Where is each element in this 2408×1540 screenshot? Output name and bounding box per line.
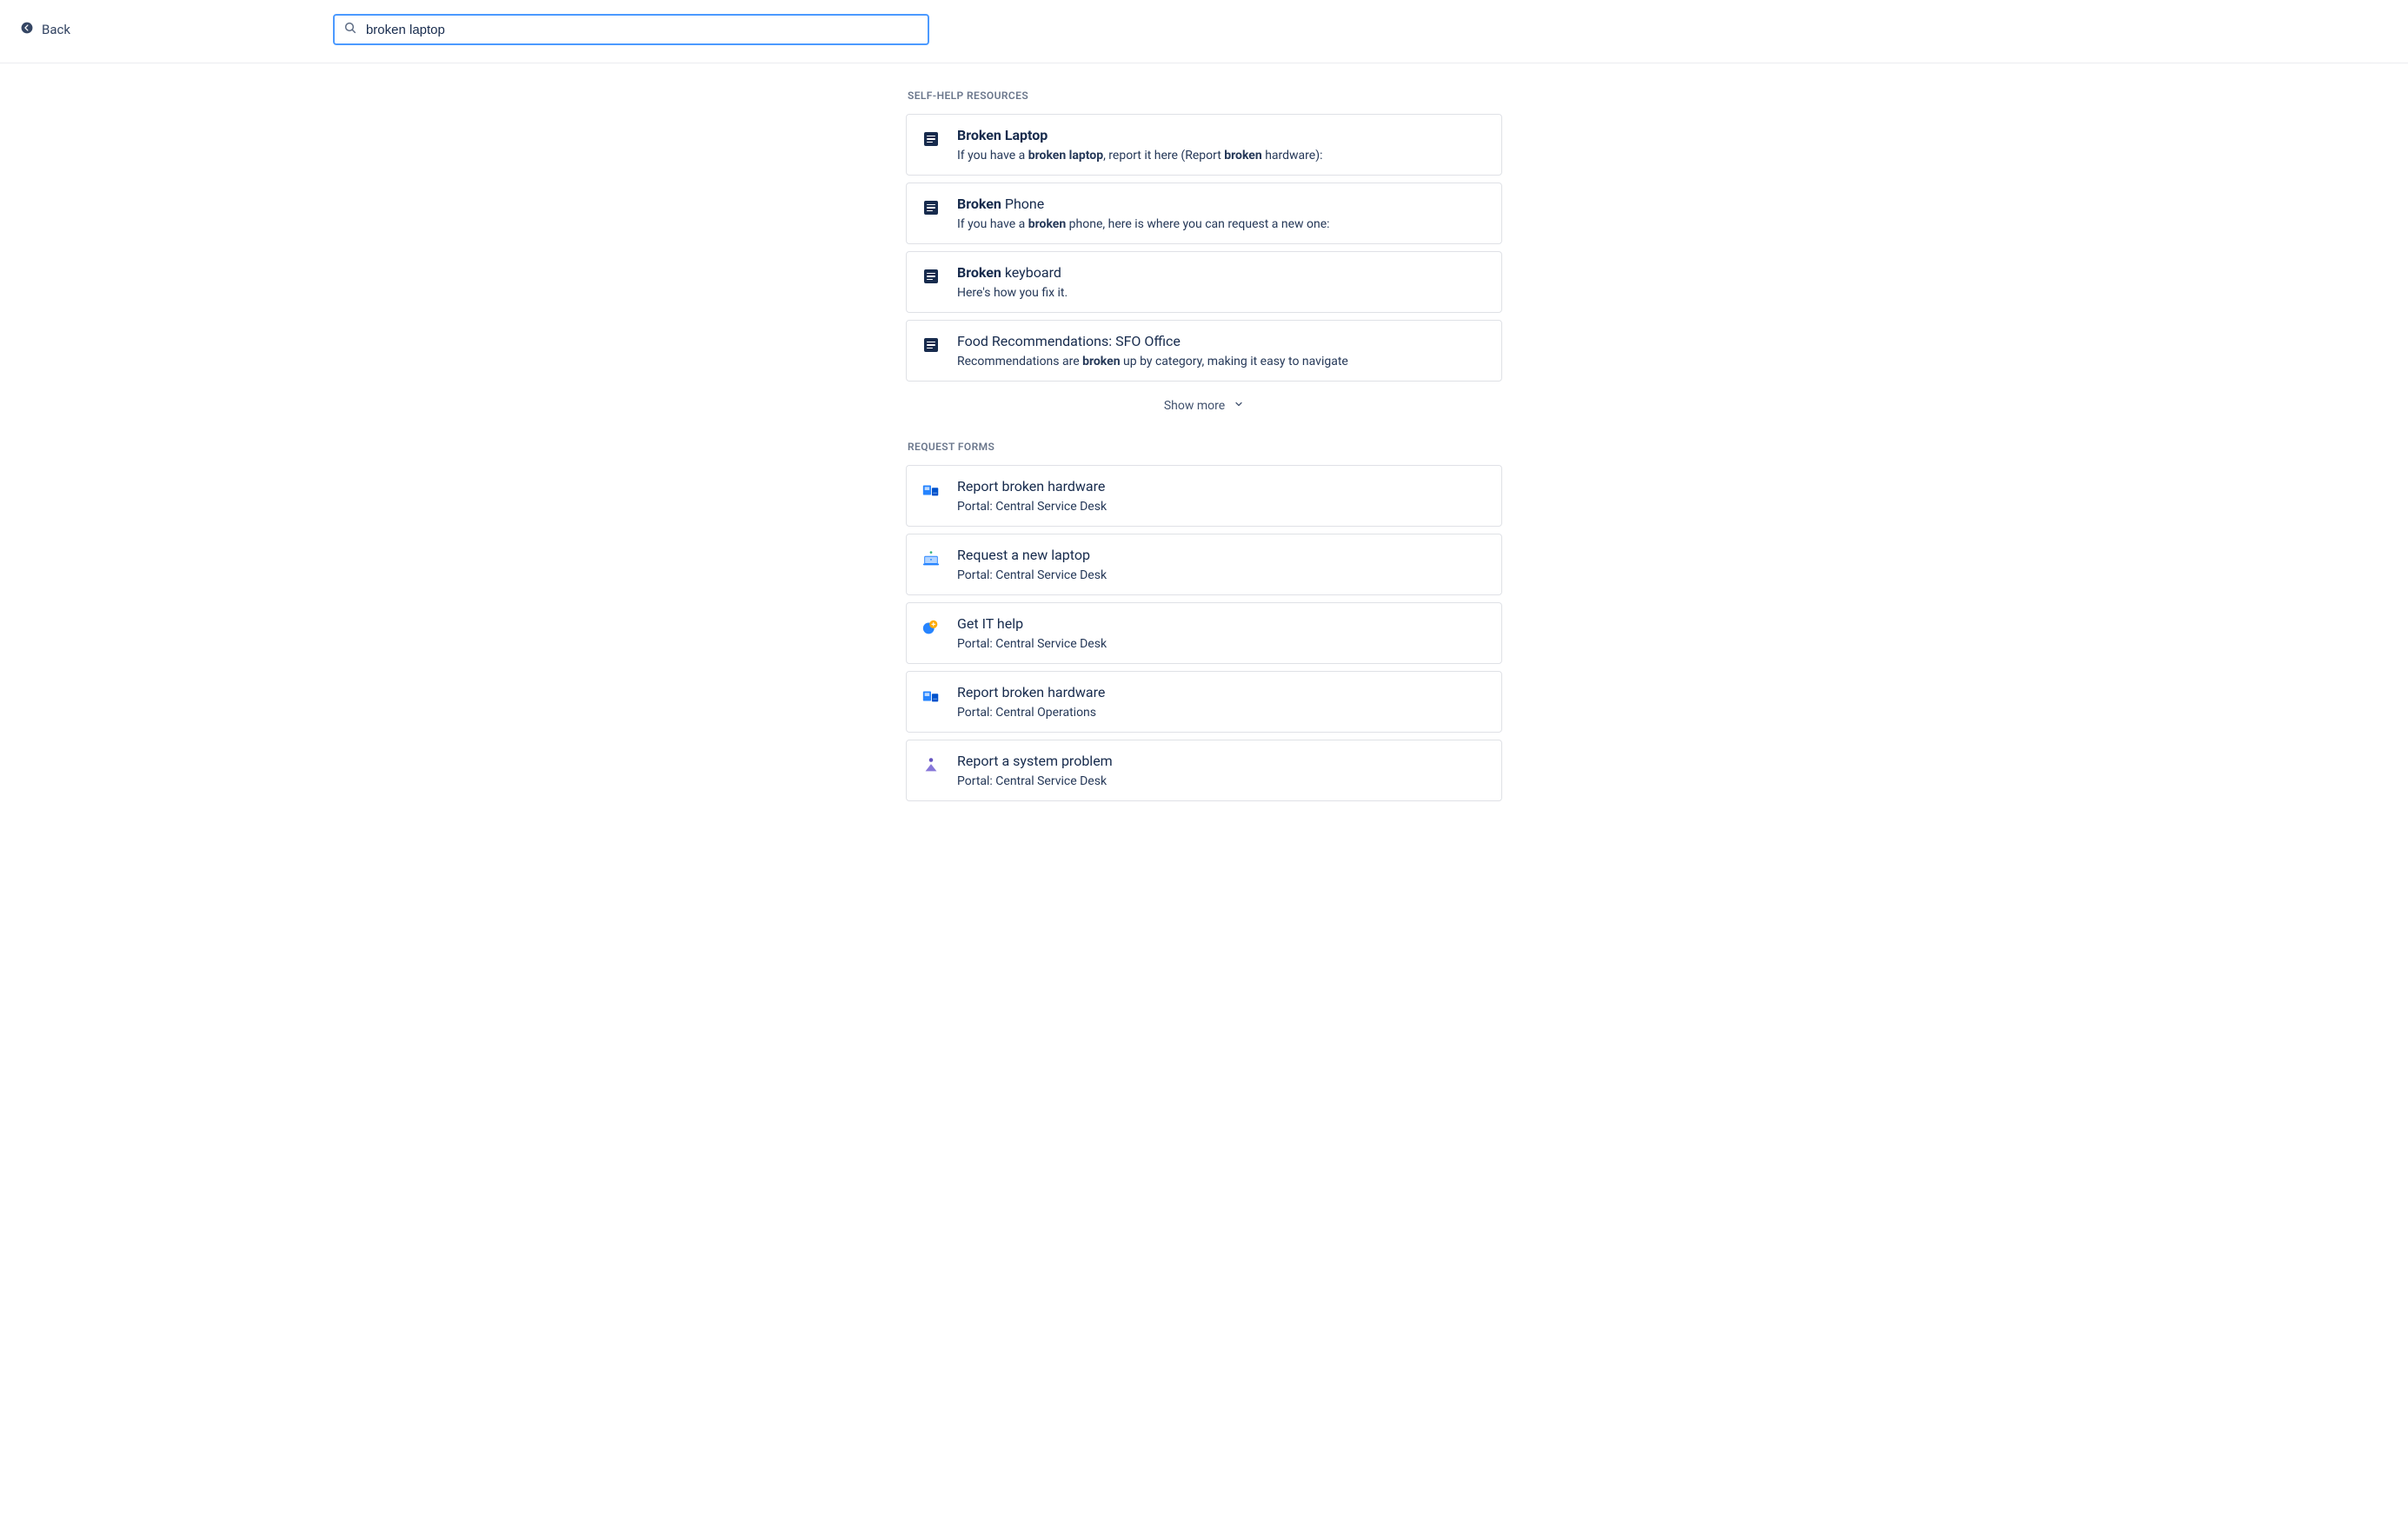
request-form-card[interactable]: Get IT help Portal: Central Service Desk xyxy=(906,602,1502,664)
show-more-button[interactable]: Show more xyxy=(906,388,1502,420)
card-portal: Portal: Central Service Desk xyxy=(957,568,1487,582)
self-help-card[interactable]: Broken keyboard Here's how you fix it. xyxy=(906,251,1502,313)
card-portal: Portal: Central Service Desk xyxy=(957,500,1487,514)
card-body: Broken Laptop If you have a broken laptop… xyxy=(957,127,1487,163)
card-title: Report broken hardware xyxy=(957,684,1487,700)
card-title: Broken Phone xyxy=(957,196,1487,212)
show-more-label: Show more xyxy=(1164,399,1225,413)
card-title: Report a system problem xyxy=(957,753,1487,769)
search-input[interactable] xyxy=(366,23,919,37)
self-help-card[interactable]: Broken Laptop If you have a broken laptop… xyxy=(906,114,1502,176)
request-form-card[interactable]: Report broken hardware Portal: Central Se… xyxy=(906,465,1502,527)
content: SELF-HELP RESOURCES Broken Laptop If you … xyxy=(906,63,1502,843)
request-forms-heading: REQUEST FORMS xyxy=(908,441,1502,453)
request-form-card[interactable]: Request a new laptop Portal: Central Serv… xyxy=(906,534,1502,595)
card-portal: Portal: Central Service Desk xyxy=(957,637,1487,651)
search-wrapper xyxy=(333,14,929,45)
request-form-card[interactable]: Report broken hardware Portal: Central Op… xyxy=(906,671,1502,733)
card-title: Food Recommendations: SFO Office xyxy=(957,333,1487,349)
request-forms-list: Report broken hardware Portal: Central Se… xyxy=(906,465,1502,801)
it-help-icon xyxy=(921,617,941,638)
card-description: If you have a broken laptop, report it h… xyxy=(957,149,1487,163)
card-description: If you have a broken phone, here is wher… xyxy=(957,217,1487,231)
header-bar: Back xyxy=(0,0,2408,63)
system-problem-icon xyxy=(921,754,941,775)
hardware-icon xyxy=(921,686,941,707)
card-title: Broken keyboard xyxy=(957,264,1487,281)
card-title: Report broken hardware xyxy=(957,478,1487,495)
back-label: Back xyxy=(42,22,70,37)
card-portal: Portal: Central Operations xyxy=(957,706,1487,720)
card-description: Recommendations are broken up by categor… xyxy=(957,355,1487,368)
self-help-card[interactable]: Food Recommendations: SFO Office Recommen… xyxy=(906,320,1502,382)
article-icon xyxy=(921,335,941,355)
card-description: Here's how you fix it. xyxy=(957,286,1487,300)
chevron-down-icon xyxy=(1234,399,1244,413)
new-laptop-icon xyxy=(921,548,941,569)
card-title: Broken Laptop xyxy=(957,127,1487,143)
card-portal: Portal: Central Service Desk xyxy=(957,774,1487,788)
search-icon xyxy=(343,21,357,38)
card-body: Report a system problem Portal: Central S… xyxy=(957,753,1487,788)
card-body: Report broken hardware Portal: Central Op… xyxy=(957,684,1487,720)
self-help-list: Broken Laptop If you have a broken laptop… xyxy=(906,114,1502,382)
hardware-icon xyxy=(921,480,941,501)
request-form-card[interactable]: Report a system problem Portal: Central S… xyxy=(906,740,1502,801)
search-box[interactable] xyxy=(333,14,929,45)
self-help-card[interactable]: Broken Phone If you have a broken phone, … xyxy=(906,183,1502,244)
card-body: Food Recommendations: SFO Office Recommen… xyxy=(957,333,1487,368)
card-body: Request a new laptop Portal: Central Serv… xyxy=(957,547,1487,582)
card-body: Broken keyboard Here's how you fix it. xyxy=(957,264,1487,300)
card-title: Request a new laptop xyxy=(957,547,1487,563)
self-help-heading: SELF-HELP RESOURCES xyxy=(908,90,1502,102)
back-arrow-icon xyxy=(21,22,33,37)
card-body: Report broken hardware Portal: Central Se… xyxy=(957,478,1487,514)
article-icon xyxy=(921,197,941,218)
article-icon xyxy=(921,129,941,149)
card-body: Get IT help Portal: Central Service Desk xyxy=(957,615,1487,651)
article-icon xyxy=(921,266,941,287)
back-button[interactable]: Back xyxy=(21,22,70,37)
card-body: Broken Phone If you have a broken phone, … xyxy=(957,196,1487,231)
card-title: Get IT help xyxy=(957,615,1487,632)
